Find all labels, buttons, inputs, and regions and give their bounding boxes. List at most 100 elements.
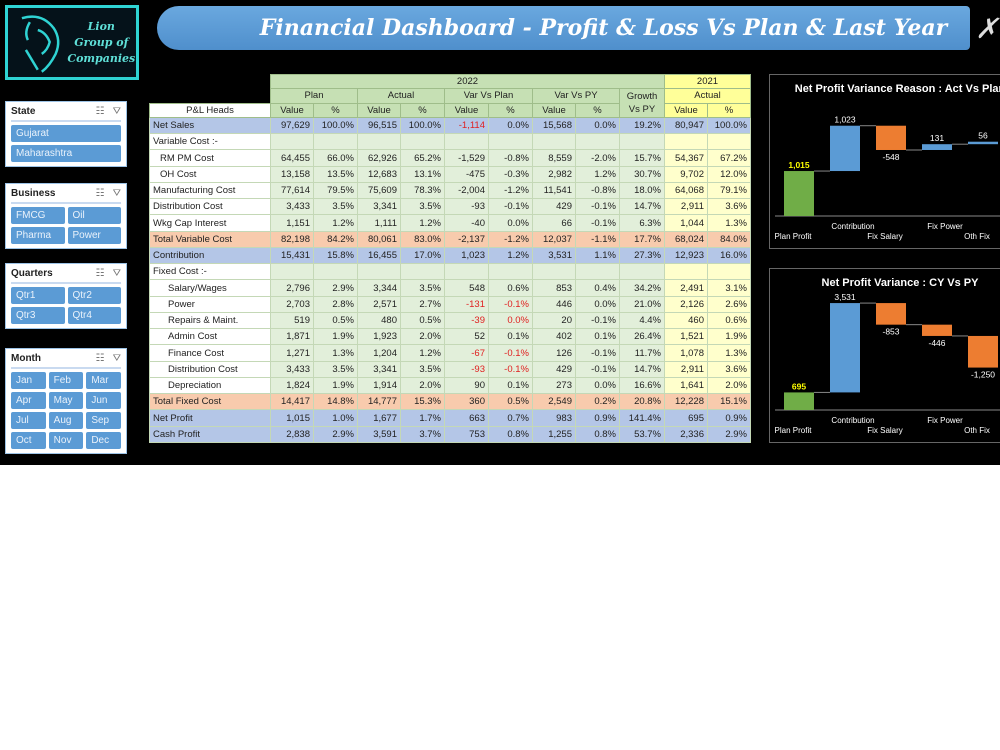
slicer-item[interactable]: Oil [67, 207, 121, 224]
group-var-py: Var Vs PY [532, 88, 620, 104]
cell: 1.1% [575, 246, 620, 265]
waterfall-bar [784, 392, 814, 410]
cell: 19.2% [619, 116, 665, 135]
cell: 2.7% [400, 295, 445, 313]
slicer-item[interactable]: Maharashtra [11, 145, 121, 162]
cell: 2.8% [313, 295, 358, 313]
chart-act-vs-plan: Net Profit Variance Reason : Act Vs Plan… [769, 74, 1000, 249]
slicer-item[interactable]: Qtr1 [11, 287, 65, 304]
cell: 0.0% [575, 295, 620, 313]
cell: 753 [444, 425, 489, 443]
cell: 79.5% [313, 181, 358, 200]
cell: 1,151 [270, 214, 314, 232]
cell: 0.5% [488, 393, 533, 411]
slicer-item[interactable]: Oct [11, 432, 46, 449]
value-header: Value [664, 102, 708, 118]
cell [664, 133, 708, 151]
cell: 68,024 [664, 230, 708, 248]
cell: 2,336 [664, 425, 708, 443]
cell: 273 [532, 376, 576, 395]
slicer-item[interactable]: Jan [11, 372, 46, 389]
partial-glyph-icon: ✗ [975, 12, 999, 45]
cell: 1,015 [270, 409, 314, 427]
slicer-item[interactable]: Dec [86, 432, 121, 449]
clear-filter-icon[interactable]: ⛛ [113, 188, 121, 199]
slicer-item[interactable]: Apr [11, 392, 46, 409]
cell: 54,367 [664, 149, 708, 167]
table-row: Admin Cost 1,871 1.9% 1,923 2.0% 52 0.1% 402 0.1… [149, 328, 751, 346]
cell: 77,614 [270, 181, 314, 200]
cell: -1,114 [444, 116, 489, 135]
cell: 6.3% [619, 214, 665, 232]
category-label: Contribution [831, 416, 874, 425]
cell: -93 [444, 198, 489, 216]
group-plan: Plan [270, 88, 358, 104]
slicer-item[interactable]: FMCG [11, 207, 65, 224]
slicer-item[interactable]: Qtr2 [67, 287, 121, 304]
clear-filter-icon[interactable]: ⛛ [113, 268, 121, 279]
multi-select-icon[interactable]: ☷ [96, 268, 105, 279]
cell [270, 263, 314, 281]
cell: 18.0% [619, 181, 665, 200]
clear-filter-icon[interactable]: ⛛ [113, 353, 121, 364]
cell: 2,491 [664, 279, 708, 297]
cell: 11,541 [532, 181, 576, 200]
cell: 126 [532, 344, 576, 362]
multi-select-icon[interactable]: ☷ [96, 353, 105, 364]
row-label: Variable Cost :- [149, 133, 271, 151]
row-label: Power [149, 295, 271, 313]
slicer-item[interactable]: Mar [86, 372, 121, 389]
cell: 15.8% [313, 246, 358, 265]
logo-line2: Group of [74, 35, 129, 49]
row-label: Total Variable Cost [149, 230, 271, 248]
value-header: Value [444, 102, 489, 118]
slicer-item[interactable]: Qtr4 [67, 307, 121, 324]
cell: 2,911 [664, 360, 708, 378]
cell: 80,061 [357, 230, 401, 248]
slicer-title: Quarters [11, 268, 53, 279]
pct-header: % [313, 102, 358, 118]
waterfall-bar [830, 125, 860, 172]
clear-filter-icon[interactable]: ⛛ [113, 106, 121, 117]
slicer-item[interactable]: Qtr3 [11, 307, 65, 324]
slicer-item[interactable]: Nov [48, 432, 84, 449]
cell: 0.2% [575, 393, 620, 411]
cell: 3,341 [357, 360, 401, 378]
cell: 79.1% [707, 181, 751, 200]
multi-select-icon[interactable]: ☷ [96, 188, 105, 199]
table-row: Manufacturing Cost 77,614 79.5% 75,609 78.3%… [149, 181, 751, 200]
cell: 1,677 [357, 409, 401, 427]
cell: 2.0% [707, 376, 751, 395]
cell: 0.1% [488, 328, 533, 346]
slicer-business: Business ☷ ⛛ FMCG Oil Pharma Power [5, 183, 127, 249]
row-label: Finance Cost [149, 344, 271, 362]
cell: 3,591 [357, 425, 401, 443]
slicer-item[interactable]: Jul [11, 412, 46, 429]
cell: 3.7% [400, 425, 445, 443]
slicer-month: Month ☷ ⛛ Jan Feb Mar Apr May Jun Jul Aug Sep Oct Nov… [5, 348, 127, 454]
dashboard: Lion Group of Companies Financial Dashbo… [0, 0, 1000, 465]
slicer-item[interactable]: Feb [48, 372, 84, 389]
cell: 3,433 [270, 360, 314, 378]
slicer-item[interactable]: Sep [86, 412, 121, 429]
cell: 0.1% [488, 376, 533, 395]
slicer-item[interactable]: Pharma [11, 227, 65, 244]
slicer-item[interactable]: Power [67, 227, 121, 244]
cell [488, 133, 533, 151]
cell: 1,914 [357, 376, 401, 395]
row-label: Distribution Cost [149, 198, 271, 216]
data-label: 695 [792, 381, 806, 391]
slicer-item[interactable]: Gujarat [11, 125, 121, 142]
slicer-item[interactable]: Jun [86, 392, 121, 409]
multi-select-icon[interactable]: ☷ [96, 106, 105, 117]
cell: 1,824 [270, 376, 314, 395]
slicer-item[interactable]: Aug [48, 412, 84, 429]
category-label: Plan Profit [775, 232, 813, 241]
slicer-item[interactable]: May [48, 392, 84, 409]
table-row: Finance Cost 1,271 1.3% 1,204 1.2% -67 -0.1% 12… [149, 344, 751, 362]
cell: 14.8% [313, 393, 358, 411]
cell: -1.2% [488, 230, 533, 248]
row-label: Cash Profit [149, 425, 271, 443]
cell: 11.7% [619, 344, 665, 362]
row-label: Net Sales [149, 116, 271, 135]
